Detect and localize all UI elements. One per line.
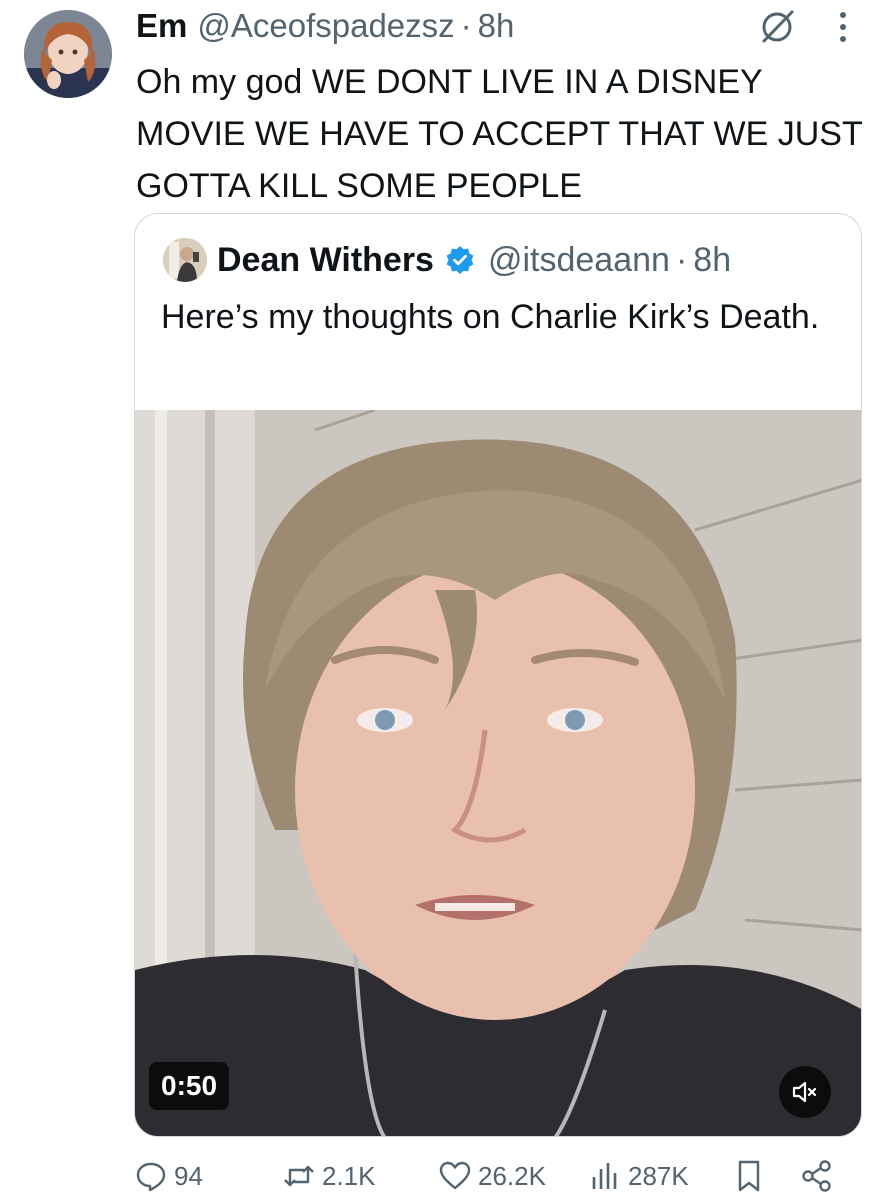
mute-button[interactable] <box>779 1066 831 1118</box>
separator-dot: · <box>460 7 472 44</box>
video-frame <box>135 410 861 1136</box>
quoted-tweet[interactable]: Dean Withers @itsdeaann · 8h Here’s my t… <box>134 213 862 1137</box>
video-player[interactable]: 0:50 <box>135 410 861 1136</box>
video-duration: 0:50 <box>149 1062 230 1110</box>
quoted-text: Here’s my thoughts on Charlie Kirk’s Dea… <box>161 298 820 336</box>
repost-button[interactable]: 2.1K <box>282 1158 376 1194</box>
quoted-author-avatar[interactable] <box>163 238 207 282</box>
tweet-text: Oh my god WE DONT LIVE IN A DISNEY MOVIE… <box>136 63 863 205</box>
quoted-header: Dean Withers @itsdeaann · 8h <box>217 236 731 284</box>
reply-button[interactable]: 94 <box>134 1158 203 1194</box>
share-icon <box>802 1160 831 1192</box>
repost-icon <box>284 1165 314 1187</box>
muted-speaker-icon <box>792 1081 817 1103</box>
quoted-author-handle[interactable]: @itsdeaann <box>488 241 670 280</box>
verified-icon <box>444 244 476 276</box>
reply-count: 94 <box>174 1160 203 1191</box>
views-icon <box>592 1163 617 1189</box>
author-name[interactable]: Em <box>136 7 187 45</box>
author-handle[interactable]: @Aceofspadezsz <box>197 7 454 45</box>
bookmark-button[interactable] <box>732 1158 766 1194</box>
bookmark-icon <box>738 1160 760 1192</box>
author-avatar[interactable] <box>24 10 112 98</box>
tweet[interactable]: Em @Aceofspadezsz · 8h Oh my god WE DONT… <box>0 0 887 1200</box>
grok-icon[interactable] <box>758 8 796 46</box>
quoted-author-name[interactable]: Dean Withers <box>217 241 434 280</box>
repost-count: 2.1K <box>322 1160 376 1191</box>
reply-icon <box>136 1162 166 1192</box>
like-icon <box>439 1161 471 1190</box>
quoted-separator-dot: · <box>675 240 688 279</box>
more-icon[interactable] <box>828 6 858 48</box>
action-bar: 94 2.1K 26.2K 287K <box>134 1150 854 1200</box>
tweet-time[interactable]: 8h <box>478 7 515 45</box>
view-count: 287K <box>628 1160 689 1191</box>
like-button[interactable]: 26.2K <box>438 1158 546 1194</box>
tweet-header: Em @Aceofspadezsz · 8h <box>136 4 514 48</box>
views-button[interactable]: 287K <box>588 1158 689 1194</box>
quoted-time[interactable]: 8h <box>693 241 731 280</box>
share-button[interactable] <box>800 1158 834 1194</box>
like-count: 26.2K <box>478 1160 546 1191</box>
